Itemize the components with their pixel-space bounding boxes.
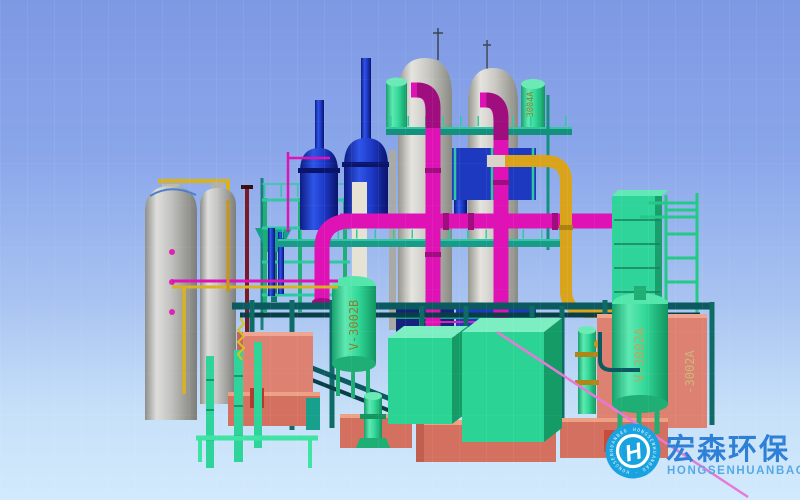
gray-storage-tanks <box>145 181 236 420</box>
green-box-b <box>462 332 544 442</box>
render-viewport: -3004A <box>0 0 800 500</box>
exchanger-side <box>655 196 662 310</box>
equipment-tag-3002a-wall: -3002A <box>683 350 697 394</box>
ladder-strip <box>206 356 214 468</box>
green-cylinder-small <box>386 82 407 128</box>
pump-column-right <box>578 330 596 414</box>
upper-deck <box>386 128 572 135</box>
equipment-tag-v3002a: V-3002A <box>633 327 648 382</box>
green-box-a <box>388 338 452 424</box>
vessel-v3002b: V-3002B <box>332 276 376 398</box>
plant-3d-render: -3004A <box>0 0 800 500</box>
green-cylinder-cap <box>521 79 545 89</box>
magenta-valve-knob <box>169 309 175 315</box>
reactor-collar-2 <box>342 162 390 167</box>
equipment-tag-v3002b: V-3002B <box>347 300 361 351</box>
gold-flange <box>559 225 573 230</box>
magenta-valve-knob <box>169 249 175 255</box>
gray-tank-2 <box>200 188 236 404</box>
ladder-strip <box>254 342 262 448</box>
exchanger-top <box>612 190 668 196</box>
reactor-neck-1 <box>315 100 324 154</box>
pump-small <box>306 398 320 430</box>
brand-name-english: HONGSENHUANBAO <box>667 465 800 477</box>
reactor-collar-1 <box>298 168 340 173</box>
reactor-neck-2 <box>361 58 371 142</box>
green-tanks-square <box>388 318 562 442</box>
gray-tank-1 <box>145 186 197 420</box>
brand-name-chinese: 宏森环保 <box>666 432 790 466</box>
green-cylinder-cap <box>386 78 407 87</box>
